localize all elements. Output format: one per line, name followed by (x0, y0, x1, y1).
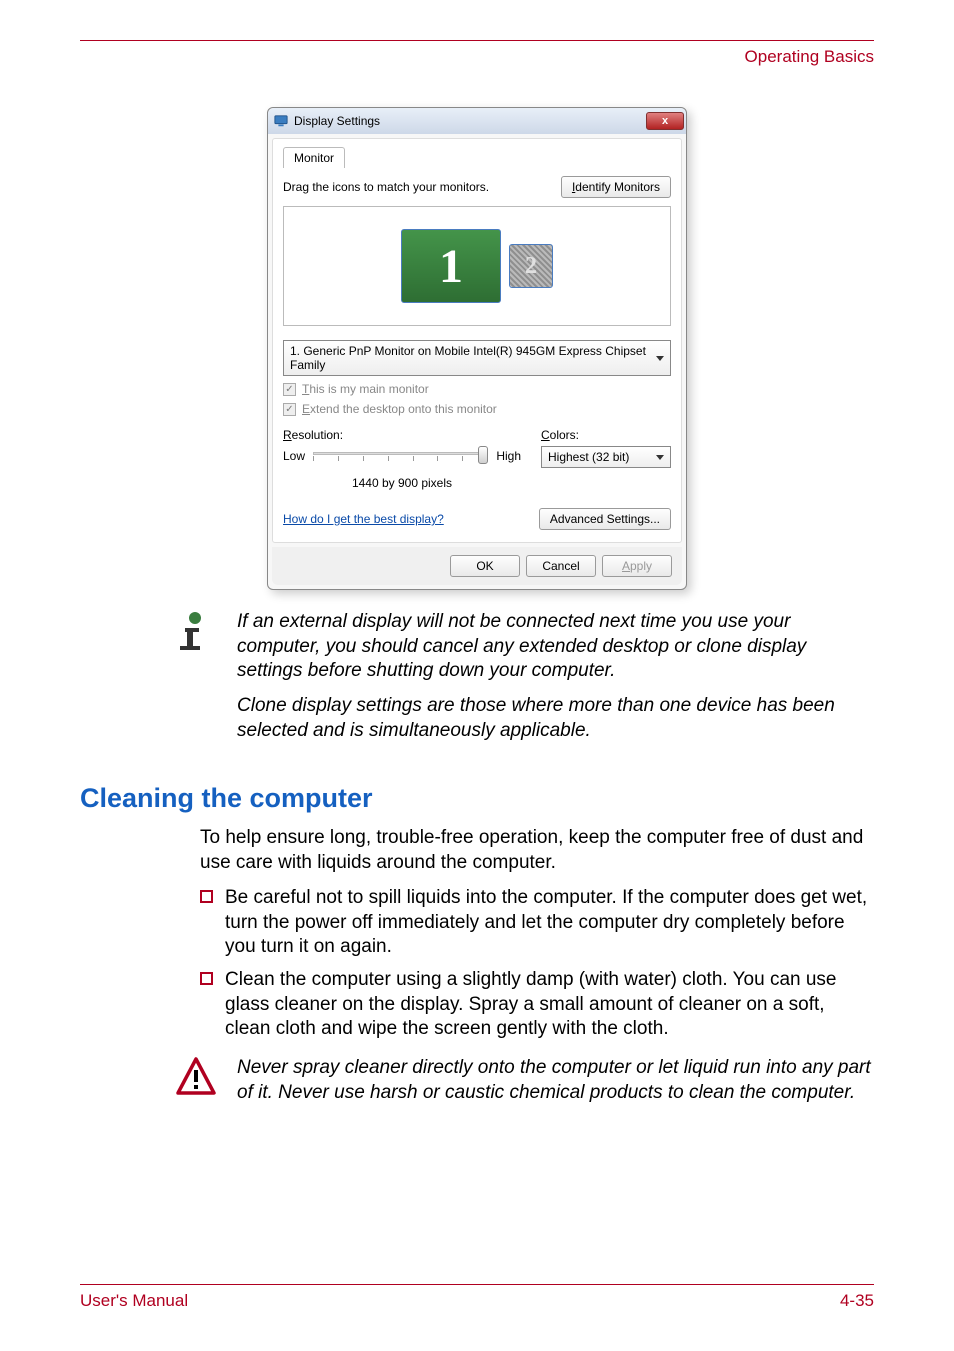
resolution-slider[interactable] (313, 446, 488, 466)
identify-monitors-button[interactable]: Identify Monitors (561, 176, 671, 198)
slider-low-label: Low (283, 449, 305, 463)
header-section: Operating Basics (80, 47, 874, 67)
footer-right: 4-35 (840, 1291, 874, 1311)
display-icon (274, 114, 288, 128)
bullet-icon (200, 972, 213, 985)
caution-text: Never spray cleaner directly onto the co… (237, 1056, 874, 1105)
advanced-settings-button[interactable]: Advanced Settings... (539, 508, 671, 530)
ok-button[interactable]: OK (450, 555, 520, 577)
header-rule (80, 40, 874, 41)
cancel-button[interactable]: Cancel (526, 555, 596, 577)
bullet-icon (200, 890, 213, 903)
info-icon (175, 610, 217, 656)
drag-instruction: Drag the icons to match your monitors. (283, 180, 489, 194)
tab-monitor[interactable]: Monitor (283, 147, 345, 168)
resolution-value: 1440 by 900 pixels (283, 476, 521, 490)
caution-icon (175, 1056, 217, 1098)
dialog-titlebar[interactable]: Display Settings x (268, 108, 686, 134)
extend-desktop-label: Extend the desktop onto this monitor (302, 402, 497, 416)
monitor-layout-area[interactable]: 1 2 (283, 206, 671, 326)
intro-paragraph: To help ensure long, trouble-free operat… (200, 826, 874, 875)
slider-thumb[interactable] (478, 446, 488, 464)
monitor-1[interactable]: 1 (401, 229, 501, 303)
section-heading: Cleaning the computer (80, 783, 874, 814)
bullet-2: Clean the computer using a slightly damp… (225, 968, 874, 1042)
resolution-label: Resolution: (283, 428, 521, 442)
slider-high-label: High (496, 449, 521, 463)
note-paragraph-2: Clone display settings are those where m… (237, 694, 864, 743)
monitor-dropdown-value: 1. Generic PnP Monitor on Mobile Intel(R… (290, 344, 656, 372)
main-monitor-label: This is my main monitor (302, 382, 429, 396)
monitor-2[interactable]: 2 (509, 244, 553, 288)
colors-dropdown[interactable]: Highest (32 bit) (541, 446, 671, 468)
monitor-dropdown[interactable]: 1. Generic PnP Monitor on Mobile Intel(R… (283, 340, 671, 376)
close-button[interactable]: x (646, 112, 684, 130)
footer-left: User's Manual (80, 1291, 188, 1311)
help-link[interactable]: How do I get the best display? (283, 512, 444, 526)
extend-desktop-checkbox: ✓ (283, 403, 296, 416)
chevron-down-icon (656, 356, 664, 361)
note-paragraph-1: If an external display will not be conne… (237, 610, 864, 684)
chevron-down-icon (656, 455, 664, 460)
apply-button[interactable]: Apply (602, 555, 672, 577)
display-settings-dialog: Display Settings x Monitor Drag the icon… (267, 107, 687, 590)
bullet-1: Be careful not to spill liquids into the… (225, 886, 874, 960)
colors-value: Highest (32 bit) (548, 450, 629, 464)
colors-label: Colors: (541, 428, 671, 442)
footer-rule (80, 1284, 874, 1285)
main-monitor-checkbox: ✓ (283, 383, 296, 396)
dialog-title: Display Settings (294, 114, 380, 128)
